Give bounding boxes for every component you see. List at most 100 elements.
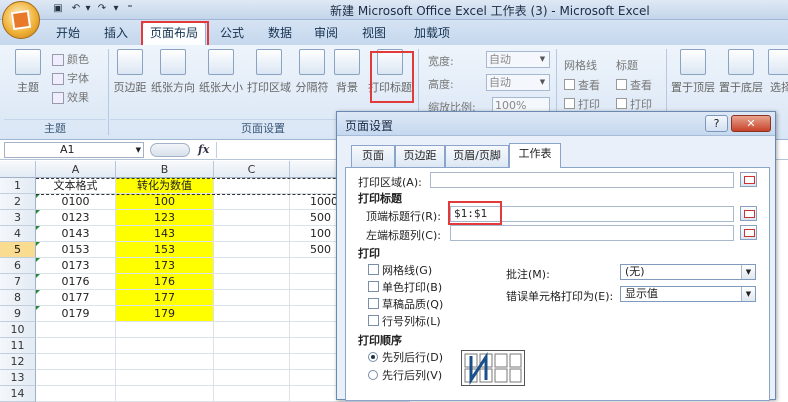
column-header-c[interactable]: C xyxy=(214,161,290,178)
cell-c[interactable] xyxy=(214,226,290,242)
cell-c[interactable] xyxy=(214,274,290,290)
cell-b[interactable] xyxy=(116,354,214,370)
cell-b[interactable]: 100 xyxy=(116,194,214,210)
row-header[interactable]: 5 xyxy=(0,242,36,258)
insert-function-icon[interactable]: fx xyxy=(198,143,209,156)
cell-a[interactable]: 文本格式 xyxy=(36,178,116,194)
tab-data[interactable]: 数据 xyxy=(262,23,298,45)
select-all-corner[interactable] xyxy=(0,161,36,178)
cell-a[interactable] xyxy=(36,322,116,338)
tab-home[interactable]: 开始 xyxy=(48,23,88,45)
tab-review[interactable]: 审阅 xyxy=(308,23,344,45)
cell-a[interactable] xyxy=(36,354,116,370)
rows-repeat-input[interactable]: $1:$1 xyxy=(450,206,734,222)
colors-button[interactable]: 颜色 xyxy=(52,51,89,67)
cell-a[interactable] xyxy=(36,338,116,354)
row-header[interactable]: 13 xyxy=(0,370,36,386)
cell-a[interactable]: 0100 xyxy=(36,194,116,210)
save-icon[interactable]: ▣ xyxy=(52,3,64,15)
cols-repeat-collapse-icon[interactable] xyxy=(740,225,757,240)
row-header[interactable]: 1 xyxy=(0,178,36,194)
cell-c[interactable] xyxy=(214,306,290,322)
draft-quality-checkbox[interactable]: 草稿品质(Q) xyxy=(368,296,443,312)
cell-c[interactable] xyxy=(214,194,290,210)
cell-b[interactable]: 173 xyxy=(116,258,214,274)
size-button[interactable]: 纸张大小 xyxy=(198,49,244,95)
name-box[interactable]: A1 ▼ xyxy=(4,142,144,158)
gridlines-print-checkbox[interactable]: 打印 xyxy=(564,96,600,112)
row-header[interactable]: 8 xyxy=(0,290,36,306)
office-button[interactable] xyxy=(2,1,40,39)
dialog-tab-sheet[interactable]: 工作表 xyxy=(509,143,561,168)
cell-a[interactable]: 0176 xyxy=(36,274,116,290)
comments-select[interactable]: (无) ▼ xyxy=(620,264,756,280)
cell-c[interactable] xyxy=(214,370,290,386)
black-white-checkbox[interactable]: 单色打印(B) xyxy=(368,279,442,295)
cell-c[interactable] xyxy=(214,242,290,258)
cols-repeat-input[interactable] xyxy=(450,225,734,241)
dialog-tab-margins[interactable]: 页边距 xyxy=(395,145,445,167)
height-dropdown[interactable]: 自动 ▼ xyxy=(486,74,550,91)
gridlines-view-checkbox[interactable]: 查看 xyxy=(564,77,600,93)
send-to-back-button[interactable]: 置于底层 xyxy=(718,49,764,95)
row-header[interactable]: 9 xyxy=(0,306,36,322)
gridlines-checkbox[interactable]: 网格线(G) xyxy=(368,262,432,278)
tab-page-layout[interactable]: 页面布局 xyxy=(142,22,206,46)
cell-b[interactable]: 177 xyxy=(116,290,214,306)
breaks-button[interactable]: 分隔符 xyxy=(294,49,330,95)
cell-c[interactable] xyxy=(214,322,290,338)
headings-print-checkbox[interactable]: 打印 xyxy=(616,96,652,112)
column-header-a[interactable]: A xyxy=(36,161,116,178)
margins-button[interactable]: 页边距 xyxy=(112,49,148,95)
cell-b[interactable]: 176 xyxy=(116,274,214,290)
redo-icon[interactable]: ↷ xyxy=(96,3,108,15)
cell-a[interactable]: 0173 xyxy=(36,258,116,274)
cell-c[interactable] xyxy=(214,290,290,306)
row-header[interactable]: 12 xyxy=(0,354,36,370)
cell-b[interactable]: 123 xyxy=(116,210,214,226)
tab-insert[interactable]: 插入 xyxy=(96,23,136,45)
cell-a[interactable]: 0177 xyxy=(36,290,116,306)
row-header[interactable]: 10 xyxy=(0,322,36,338)
row-header[interactable]: 7 xyxy=(0,274,36,290)
selection-pane-button[interactable]: 选择 xyxy=(766,49,788,95)
customize-qat-icon[interactable]: ⁼ xyxy=(124,3,136,15)
tab-formulas[interactable]: 公式 xyxy=(214,23,250,45)
dialog-tab-header-footer[interactable]: 页眉/页脚 xyxy=(445,145,509,167)
close-button[interactable]: ✕ xyxy=(731,115,771,132)
column-header-b[interactable]: B xyxy=(116,161,214,178)
print-area-button[interactable]: 打印区域 xyxy=(246,49,292,95)
rows-repeat-collapse-icon[interactable] xyxy=(740,206,757,221)
cell-c[interactable] xyxy=(214,354,290,370)
cell-a[interactable]: 0123 xyxy=(36,210,116,226)
cell-b[interactable]: 153 xyxy=(116,242,214,258)
print-area-collapse-icon[interactable] xyxy=(740,172,757,187)
background-button[interactable]: 背景 xyxy=(332,49,362,95)
cell-b[interactable]: 143 xyxy=(116,226,214,242)
headings-view-checkbox[interactable]: 查看 xyxy=(616,77,652,93)
cell-a[interactable]: 0143 xyxy=(36,226,116,242)
cell-errors-select[interactable]: 显示值 ▼ xyxy=(620,286,756,302)
cell-c[interactable] xyxy=(214,338,290,354)
row-header[interactable]: 4 xyxy=(0,226,36,242)
cell-c[interactable] xyxy=(214,258,290,274)
effects-button[interactable]: 效果 xyxy=(52,89,89,105)
cell-c[interactable] xyxy=(214,178,290,194)
dialog-tab-page[interactable]: 页面 xyxy=(351,145,395,167)
tab-view[interactable]: 视图 xyxy=(356,23,392,45)
row-header[interactable]: 11 xyxy=(0,338,36,354)
cell-a[interactable]: 0153 xyxy=(36,242,116,258)
cell-b[interactable] xyxy=(116,370,214,386)
over-then-down-radio[interactable]: 先行后列(V) xyxy=(368,367,442,383)
tab-addins[interactable]: 加载项 xyxy=(406,23,458,45)
cell-c[interactable] xyxy=(214,210,290,226)
themes-button[interactable]: 主题 xyxy=(8,49,48,95)
print-area-input[interactable] xyxy=(430,172,734,188)
undo-icon[interactable]: ↶ xyxy=(70,3,82,15)
cell-b[interactable]: 转化为数值 xyxy=(116,178,214,194)
formula-bar-resize-handle[interactable] xyxy=(150,143,190,157)
row-col-headings-checkbox[interactable]: 行号列标(L) xyxy=(368,313,441,329)
cell-b[interactable] xyxy=(116,322,214,338)
help-button[interactable]: ? xyxy=(705,115,728,132)
cell-a[interactable]: 0179 xyxy=(36,306,116,322)
